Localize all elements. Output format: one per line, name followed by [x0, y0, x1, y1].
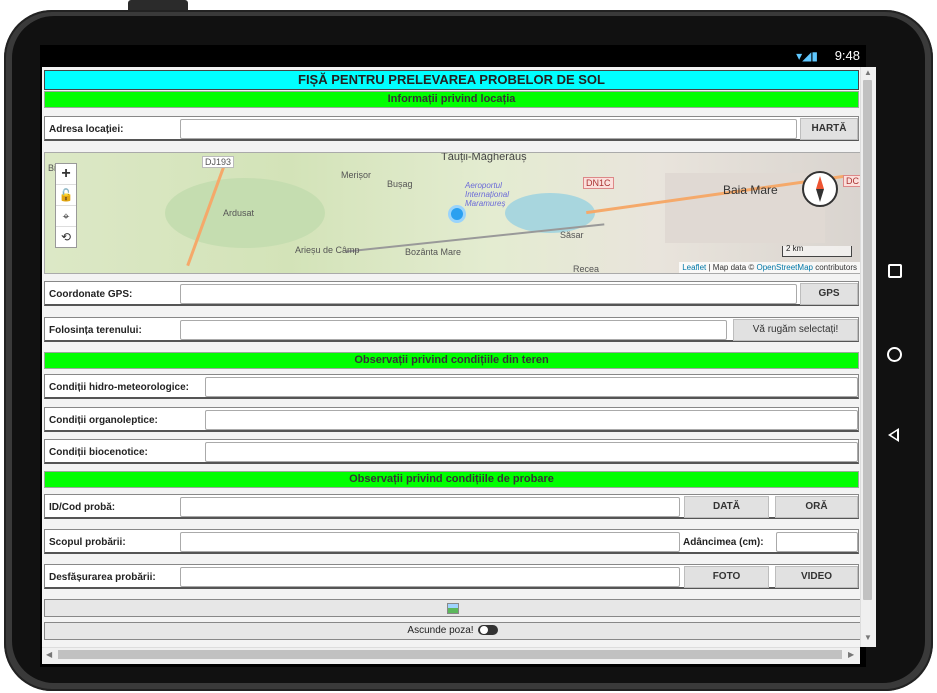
back-icon-inner [891, 431, 897, 439]
map-label: Arieșu de Câmp [295, 245, 360, 255]
depth-label: Adâncimea (cm): [683, 537, 764, 548]
id-input[interactable] [180, 497, 680, 517]
map-label: Aeroportul Internațional Maramureș [465, 181, 510, 208]
bio-label: Condiții biocenotice: [49, 447, 148, 458]
hide-photo-row: Ascunde poza! [44, 622, 861, 640]
map-label: Ardusat [223, 208, 255, 218]
location-marker-icon[interactable] [448, 205, 466, 223]
map-label: Merișor [341, 170, 372, 180]
landuse-row: Folosința terenului: Vă rugăm selectați! [44, 317, 859, 342]
vertical-scrollbar-thumb[interactable] [863, 80, 872, 600]
landuse-select[interactable]: Vă rugăm selectați! [733, 319, 858, 341]
image-placeholder-icon [447, 603, 459, 614]
bio-row: Condiții biocenotice: [44, 439, 859, 464]
toggle-knob [479, 626, 488, 635]
process-label: Desfășurarea probării: [49, 572, 156, 583]
photo-button[interactable]: FOTO [684, 566, 769, 588]
map-label: DJ193 [202, 156, 235, 168]
compass-north-icon [816, 176, 824, 189]
compass-south-icon [816, 189, 824, 202]
landuse-input[interactable] [180, 320, 727, 340]
map-button[interactable]: HARTĂ [800, 118, 858, 140]
address-label: Adresa locației: [49, 124, 124, 135]
purpose-row: Scopul probării: Adâncimea (cm): [44, 529, 859, 554]
section-location: Informații privind locația [44, 91, 859, 108]
organo-row: Condiții organoleptice: [44, 407, 859, 432]
depth-input[interactable] [776, 532, 858, 552]
hydro-row: Condiții hidro-meteorologice: [44, 374, 859, 399]
map-view[interactable]: Bic DJ193 Merișor Tăuții-Măgherăuș Bușag… [44, 152, 861, 274]
scroll-right-icon[interactable]: ▶ [848, 650, 854, 659]
map-zoom-controls: + 🔓 ⌖ ⟲ [55, 163, 77, 248]
scroll-up-icon[interactable]: ▲ [864, 68, 872, 77]
hydro-label: Condiții hidro-meteorologice: [49, 382, 189, 393]
compass-icon[interactable] [802, 171, 838, 207]
bio-input[interactable] [205, 442, 858, 462]
osm-link[interactable]: OpenStreetMap [756, 263, 812, 272]
map-scale: 2 km [782, 244, 852, 257]
map-label: DN1C [583, 177, 614, 189]
zoom-in-button[interactable]: + [56, 164, 76, 185]
map-label: Recea [573, 264, 600, 274]
recents-icon[interactable] [888, 264, 902, 278]
map-label: DC [843, 175, 860, 187]
gps-input[interactable] [180, 284, 797, 304]
reset-icon[interactable]: ⟲ [56, 227, 76, 247]
home-icon[interactable] [887, 347, 902, 362]
map-label: Săsar [560, 230, 584, 240]
id-row: ID/Cod probă: DATĂ ORĂ [44, 494, 859, 519]
horizontal-scrollbar-thumb[interactable] [58, 650, 842, 659]
organo-label: Condiții organoleptice: [49, 415, 158, 426]
wifi-signal-battery-icon: ▾◢▮ [796, 49, 818, 63]
form-title: FIȘĂ PENTRU PRELEVAREA PROBELOR DE SOL [44, 70, 859, 90]
scroll-down-icon[interactable]: ▼ [864, 633, 872, 642]
purpose-input[interactable] [180, 532, 680, 552]
organo-input[interactable] [205, 410, 858, 430]
landuse-label: Folosința terenului: [49, 325, 142, 336]
section-field: Observații privind condițiile din teren [44, 352, 859, 369]
time-button[interactable]: ORĂ [775, 496, 858, 518]
section-sampling: Observații privind condițiile de probare [44, 471, 859, 488]
photo-preview [44, 599, 861, 617]
address-row: Adresa locației: HARTĂ [44, 116, 859, 141]
date-button[interactable]: DATĂ [684, 496, 769, 518]
status-time: 9:48 [834, 48, 860, 63]
map-attribution: Leaflet | Map data © OpenStreetMap contr… [679, 262, 860, 273]
map-scale-label: 2 km [786, 244, 804, 253]
scroll-left-icon[interactable]: ◀ [46, 650, 52, 659]
process-input[interactable] [180, 567, 680, 587]
locate-icon[interactable]: ⌖ [56, 206, 76, 227]
leaflet-link[interactable]: Leaflet [682, 263, 706, 272]
attribution-end: contributors [812, 263, 857, 272]
status-bar: ▾◢▮ 9:48 [40, 45, 866, 67]
gps-label: Coordonate GPS: [49, 289, 133, 300]
map-label: Tăuții-Măgherăuș [441, 152, 527, 163]
attribution-text: | Map data © [706, 263, 757, 272]
video-button[interactable]: VIDEO [775, 566, 858, 588]
hydro-input[interactable] [205, 377, 858, 397]
gps-row: Coordonate GPS: GPS [44, 281, 859, 306]
purpose-label: Scopul probării: [49, 537, 126, 548]
hide-photo-toggle[interactable] [477, 625, 498, 636]
map-label: Bozânta Mare [405, 247, 462, 257]
id-label: ID/Cod probă: [49, 502, 116, 513]
lock-icon[interactable]: 🔓 [56, 185, 76, 206]
address-input[interactable] [180, 119, 797, 139]
process-row: Desfășurarea probării: FOTO VIDEO [44, 564, 859, 589]
hide-photo-label: Ascunde poza! [407, 625, 474, 636]
map-label: Baia Mare [723, 183, 778, 197]
gps-button[interactable]: GPS [800, 283, 858, 305]
map-label: Bușag [387, 179, 413, 189]
